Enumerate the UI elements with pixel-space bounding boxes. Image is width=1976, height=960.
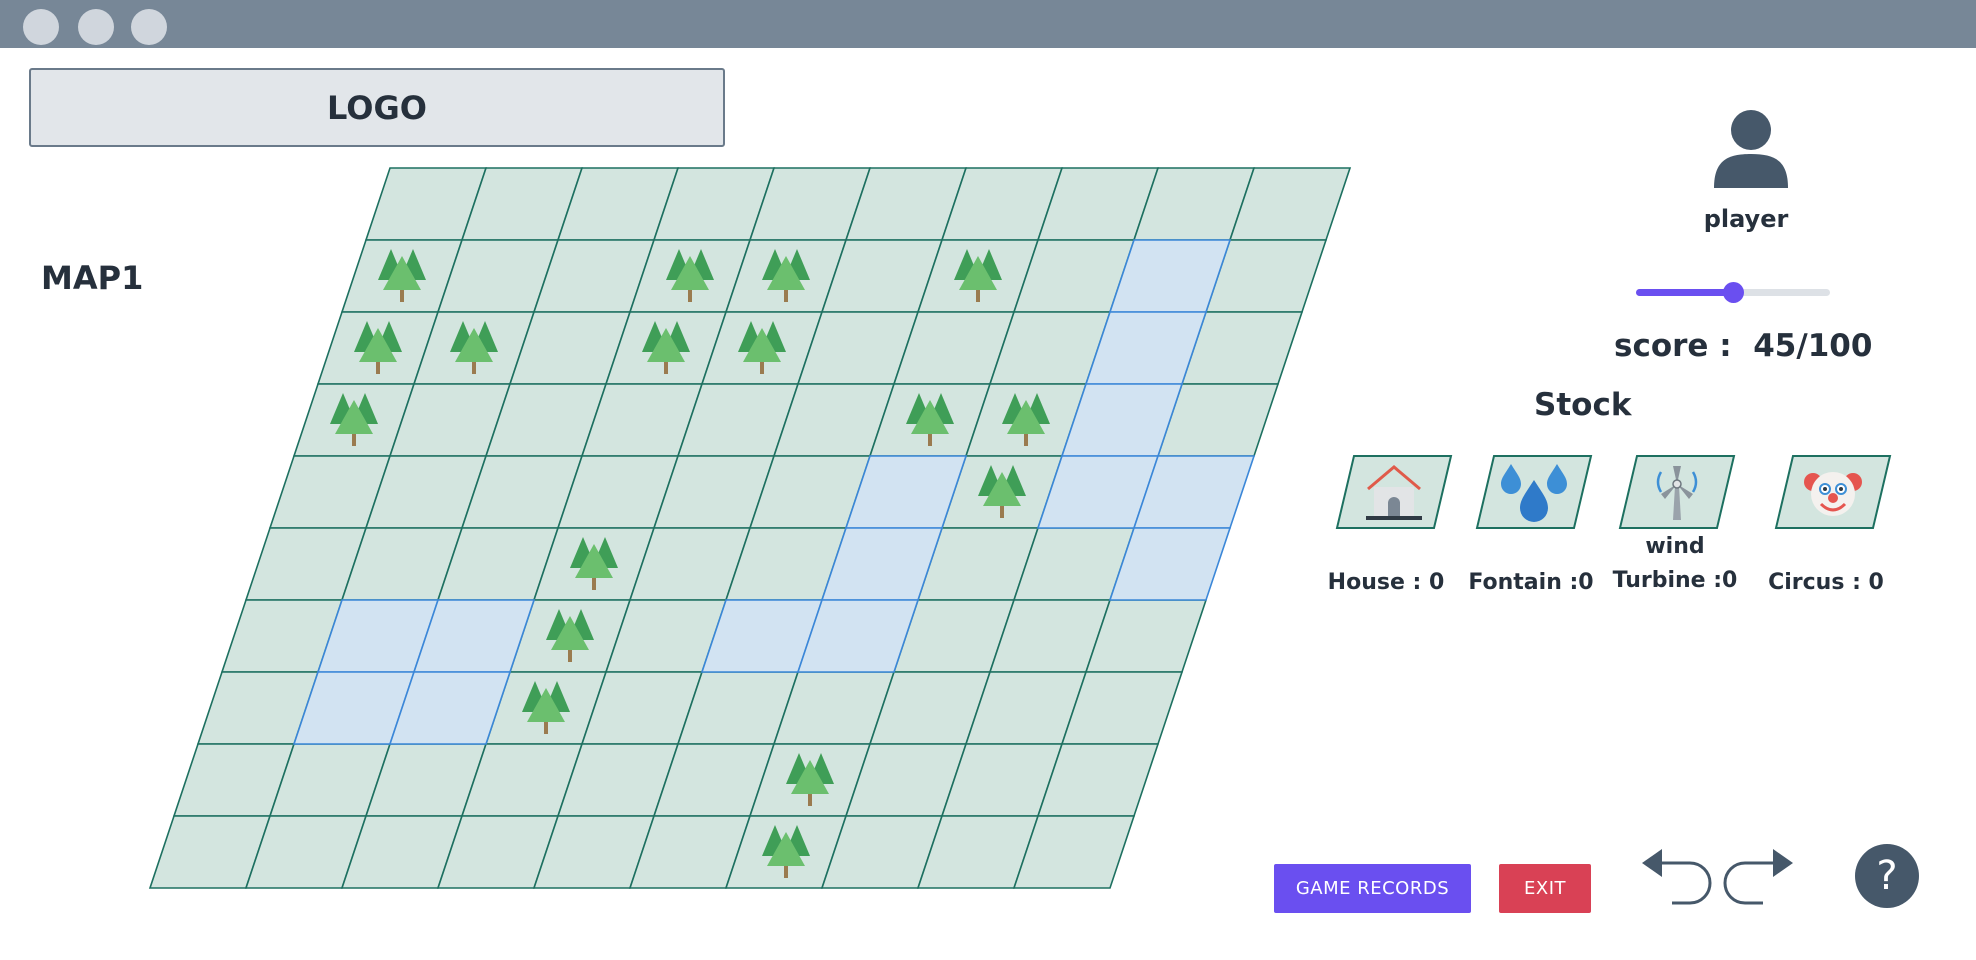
stock-item-wind-turbine[interactable]: [1615, 454, 1739, 530]
undo-arrow-icon[interactable]: [1640, 847, 1715, 909]
stock-label-wind-turbine: wind Turbine :0: [1612, 534, 1738, 593]
stock-item-fountain[interactable]: [1472, 454, 1596, 530]
score-value: 45/100: [1753, 328, 1873, 364]
fountain-icon: [1501, 464, 1567, 522]
stock-item-house[interactable]: [1332, 454, 1456, 530]
player-name: player: [1703, 205, 1789, 233]
player-avatar-icon: [1714, 110, 1788, 188]
slider-thumb[interactable]: [1723, 282, 1744, 303]
redo-arrow-icon[interactable]: [1720, 847, 1795, 909]
player-progress-slider[interactable]: [1636, 280, 1830, 304]
score: score : 45/100: [1614, 328, 1872, 364]
help-button[interactable]: ?: [1855, 844, 1919, 908]
stock-label-house: House : 0: [1327, 570, 1445, 595]
stock-title: Stock: [1534, 387, 1632, 423]
house-icon: [1366, 465, 1422, 520]
wind-turbine-icon: [1656, 466, 1698, 520]
score-label: score :: [1614, 328, 1732, 364]
game-records-button[interactable]: GAME RECORDS: [1274, 864, 1471, 913]
stock-label-fountain: Fontain :0: [1468, 570, 1594, 595]
help-label: ?: [1876, 853, 1898, 899]
circus-clown-icon: [1804, 472, 1862, 516]
exit-button[interactable]: EXIT: [1499, 864, 1591, 913]
stock-label-circus: Circus : 0: [1768, 570, 1884, 595]
stock-item-circus[interactable]: [1771, 454, 1895, 530]
